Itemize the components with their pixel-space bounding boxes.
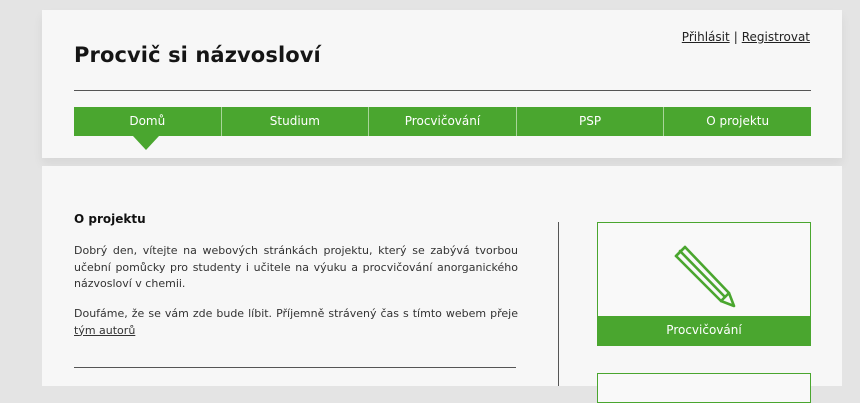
- login-link[interactable]: Přihlásit: [682, 30, 730, 44]
- site-title[interactable]: Procvič si názvosloví: [74, 43, 321, 67]
- main-nav: Domů Studium Procvičování PSP O projektu: [74, 107, 811, 136]
- column-divider: [558, 222, 559, 386]
- register-link[interactable]: Registrovat: [742, 30, 810, 44]
- auth-links: Přihlásit | Registrovat: [682, 30, 810, 44]
- header-divider: [74, 90, 811, 91]
- practice-tile[interactable]: Procvičování: [597, 222, 811, 346]
- section-title: O projektu: [74, 212, 146, 226]
- nav-item-home[interactable]: Domů: [74, 107, 222, 136]
- content-divider: [74, 367, 516, 368]
- auth-separator: |: [733, 30, 738, 44]
- nav-item-practice[interactable]: Procvičování: [369, 107, 517, 136]
- pencil-icon: [674, 245, 736, 308]
- closing-text: Doufáme, že se vám zde bude líbit. Příje…: [74, 307, 518, 320]
- closing-paragraph: Doufáme, že se vám zde bude líbit. Příje…: [74, 306, 518, 339]
- nav-item-psp[interactable]: PSP: [517, 107, 665, 136]
- practice-tile-label: Procvičování: [598, 316, 810, 345]
- header: Procvič si názvosloví Přihlásit | Registro…: [42, 10, 842, 158]
- main-content: O projektu Dobrý den, vítejte na webovýc…: [42, 166, 842, 403]
- nav-item-about[interactable]: O projektu: [664, 107, 811, 136]
- nav-item-study[interactable]: Studium: [222, 107, 370, 136]
- authors-link[interactable]: tým autorů: [74, 324, 135, 337]
- intro-paragraph: Dobrý den, vítejte na webových stránkách…: [74, 244, 518, 290]
- active-nav-pointer: [133, 136, 159, 150]
